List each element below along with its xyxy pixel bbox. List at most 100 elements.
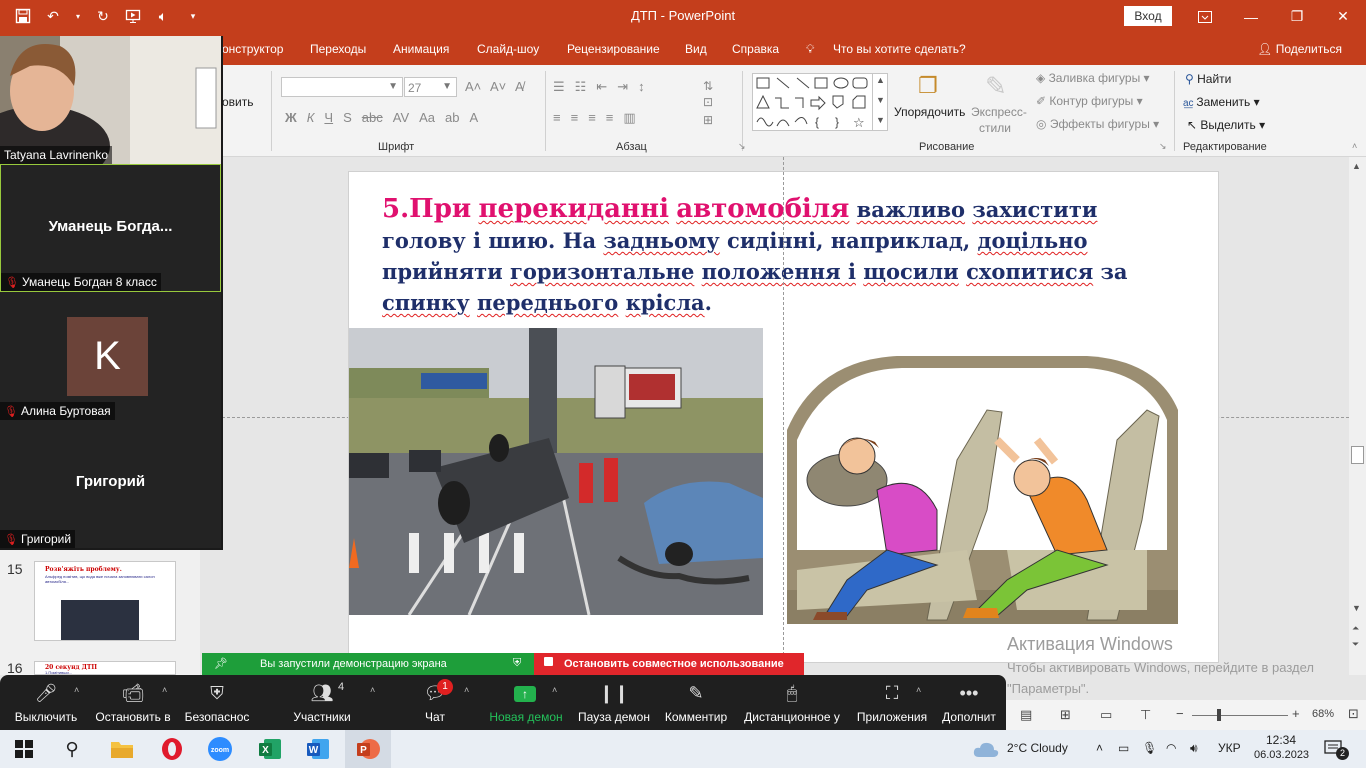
shadow-icon[interactable]: S xyxy=(343,110,352,125)
battery-icon[interactable]: ▭ xyxy=(1118,741,1129,755)
columns-icon[interactable]: ▥ xyxy=(623,110,635,126)
powerpoint-icon[interactable]: P xyxy=(354,735,382,763)
underline-icon[interactable]: Ч xyxy=(324,110,333,125)
tab-slideshow[interactable]: Слайд-шоу xyxy=(477,42,539,56)
tab-review[interactable]: Рецензирование xyxy=(567,42,660,56)
tab-design[interactable]: онструктор xyxy=(222,42,283,56)
new-slide-button[interactable]: овить xyxy=(222,95,254,109)
zoom-level[interactable]: 68% xyxy=(1312,708,1334,720)
restore-icon[interactable]: ❐ xyxy=(1274,0,1320,33)
notifications-button[interactable]: 2 xyxy=(1324,739,1349,760)
tab-transitions[interactable]: Переходы xyxy=(310,42,366,56)
font-color-icon[interactable]: A xyxy=(470,110,479,125)
tell-me-search[interactable]: Что вы хотите сделать? xyxy=(833,42,966,56)
accident-photo[interactable] xyxy=(349,328,763,615)
quick-styles-label-1[interactable]: Экспресс- xyxy=(971,105,1027,119)
shape-fill-button[interactable]: ◈ Заливка фигуры ▾ xyxy=(1036,71,1150,85)
ribbon-display-options-icon[interactable] xyxy=(1182,0,1228,33)
decrease-indent-icon[interactable]: ⇤ xyxy=(596,79,607,95)
font-size-combo[interactable]: 27 ▼ xyxy=(404,77,457,97)
tab-help[interactable]: Справка xyxy=(732,42,779,56)
align-text-icon[interactable]: ⊡ xyxy=(703,95,713,109)
security-button[interactable]: ⛨ Безопаснос xyxy=(180,675,254,730)
minimize-icon[interactable]: — xyxy=(1228,0,1274,33)
align-center-icon[interactable]: ≡ xyxy=(571,110,579,126)
next-slide-icon[interactable]: ⏷ xyxy=(1352,639,1359,650)
numbering-icon[interactable]: ☷ xyxy=(575,79,587,95)
select-button[interactable]: ↖ Выделить ▾ xyxy=(1187,118,1265,132)
undo-dropdown-icon[interactable]: ▾ xyxy=(74,7,82,25)
mute-button[interactable]: 🎤︎ ˄ Выключить xyxy=(8,675,84,730)
bold-icon[interactable]: Ж xyxy=(285,110,297,125)
zoom-slider-thumb[interactable] xyxy=(1217,709,1221,721)
previous-slide-icon[interactable]: ⏶ xyxy=(1352,623,1359,634)
show-hidden-icons[interactable]: ˄ xyxy=(1096,741,1103,755)
line-spacing-icon[interactable]: ↕ xyxy=(638,79,645,95)
file-explorer-icon[interactable] xyxy=(108,735,136,763)
text-direction-icon[interactable]: ⇅ xyxy=(703,79,713,93)
windows-start-icon[interactable] xyxy=(10,735,38,763)
clock-time[interactable]: 12:34 xyxy=(1266,733,1296,747)
sign-in-button[interactable]: Вход xyxy=(1124,6,1172,26)
participants-button[interactable]: 👥︎ 4 ˄ Участники xyxy=(286,675,375,730)
more-button[interactable]: ••• Дополнит xyxy=(938,675,1000,730)
arrange-button[interactable]: Упорядочить xyxy=(894,105,965,119)
normal-view-icon[interactable]: ▤ xyxy=(1020,707,1032,723)
tab-view[interactable]: Вид xyxy=(685,42,707,56)
chevron-up-icon[interactable]: ˄ xyxy=(162,685,167,695)
find-button[interactable]: ⚲ Найти xyxy=(1185,72,1231,86)
stop-video-button[interactable]: 📹︎ ˄ Остановить в xyxy=(92,675,174,730)
input-language[interactable]: УКР xyxy=(1218,741,1241,755)
shapes-gallery[interactable]: { } ☆ xyxy=(752,73,888,131)
zoom-slider[interactable] xyxy=(1192,715,1288,716)
opera-icon[interactable] xyxy=(158,735,186,763)
screen-share-banner[interactable]: 📌︎ Вы запустили демонстрацию экрана ⛨ xyxy=(202,653,534,675)
weather-cloud-icon[interactable] xyxy=(972,735,1000,763)
slide-sorter-icon[interactable]: ⊞ xyxy=(1060,707,1071,723)
slideshow-from-start-icon[interactable] xyxy=(124,7,142,25)
shapes-gallery-scroll[interactable]: ▲ ▼ ▼ xyxy=(872,73,889,131)
annotate-button[interactable]: ✎ Комментир xyxy=(662,675,730,730)
tab-animations[interactable]: Анимация xyxy=(393,42,449,56)
collapse-ribbon-icon[interactable]: ˄ xyxy=(1352,141,1357,151)
save-icon[interactable] xyxy=(14,7,32,25)
weather-text[interactable]: 2°C Cloudy xyxy=(1007,741,1068,755)
quick-styles-label-2[interactable]: стили xyxy=(979,121,1011,135)
chevron-up-icon[interactable]: ▲ xyxy=(876,75,885,85)
justify-icon[interactable]: ≡ xyxy=(606,110,614,126)
new-share-button[interactable]: ↑ ˄ Новая демон xyxy=(486,675,566,730)
scroll-up-icon[interactable]: ▲ xyxy=(1352,161,1361,171)
slide-vertical-scrollbar[interactable]: ▲ ▼ ⏶ ⏷ xyxy=(1349,157,1366,675)
safety-illustration[interactable] xyxy=(787,350,1178,624)
strikethrough-icon[interactable]: abc xyxy=(362,110,383,125)
zoom-in-icon[interactable]: + xyxy=(1292,706,1300,721)
decrease-font-icon[interactable]: A˅ xyxy=(490,79,506,94)
close-icon[interactable]: ✕ xyxy=(1320,0,1366,33)
shape-effects-button[interactable]: ◎ Эффекты фигуры ▾ xyxy=(1036,117,1159,131)
participant-tile[interactable]: Уманець Богда... 🎙︎ Уманець Богдан 8 клас… xyxy=(0,164,221,292)
slide-thumbnail-15[interactable]: Розв'яжіть проблему. Альфред помiтив, що… xyxy=(34,561,176,641)
chevron-up-icon[interactable]: ˄ xyxy=(916,685,921,695)
remote-control-button[interactable]: 🖱︎ Дистанционное у xyxy=(740,675,844,730)
share-button[interactable]: 👤︎ Поделиться xyxy=(1257,42,1342,56)
clock-date[interactable]: 06.03.2023 xyxy=(1254,749,1309,761)
speaker-icon[interactable]: 🔈︎ xyxy=(154,7,172,25)
highlight-icon[interactable]: ab xyxy=(445,110,459,125)
increase-font-icon[interactable]: A˄ xyxy=(465,79,481,94)
participant-tile[interactable]: K 🎙︎ Алина Буртовая xyxy=(0,292,221,420)
apps-button[interactable]: ⛶ ˄ Приложения xyxy=(852,675,932,730)
clear-formatting-icon[interactable]: A̸ xyxy=(515,79,524,94)
chevron-up-icon[interactable]: ˄ xyxy=(552,685,557,695)
redo-icon[interactable]: ↻ xyxy=(94,7,112,25)
participant-tile-video[interactable]: Tatyana Lavrinenko xyxy=(0,36,221,164)
smartart-icon[interactable]: ⊞ xyxy=(703,113,713,127)
scroll-down-icon[interactable]: ▼ xyxy=(1352,603,1361,613)
italic-icon[interactable]: К xyxy=(307,110,315,125)
change-case-icon[interactable]: Aa xyxy=(419,110,435,125)
slideshow-view-icon[interactable]: ⊤ xyxy=(1140,707,1151,723)
char-spacing-icon[interactable]: AV xyxy=(393,110,409,125)
slide-thumbnail-16[interactable]: 20 секунд ДТП 1.Помiтивши... xyxy=(34,661,176,675)
replace-button[interactable]: a͟c Заменить ▾ xyxy=(1183,95,1260,109)
zoom-out-icon[interactable]: − xyxy=(1176,706,1184,721)
participant-tile[interactable]: Григорий 🎙︎ Григорий xyxy=(0,420,221,548)
